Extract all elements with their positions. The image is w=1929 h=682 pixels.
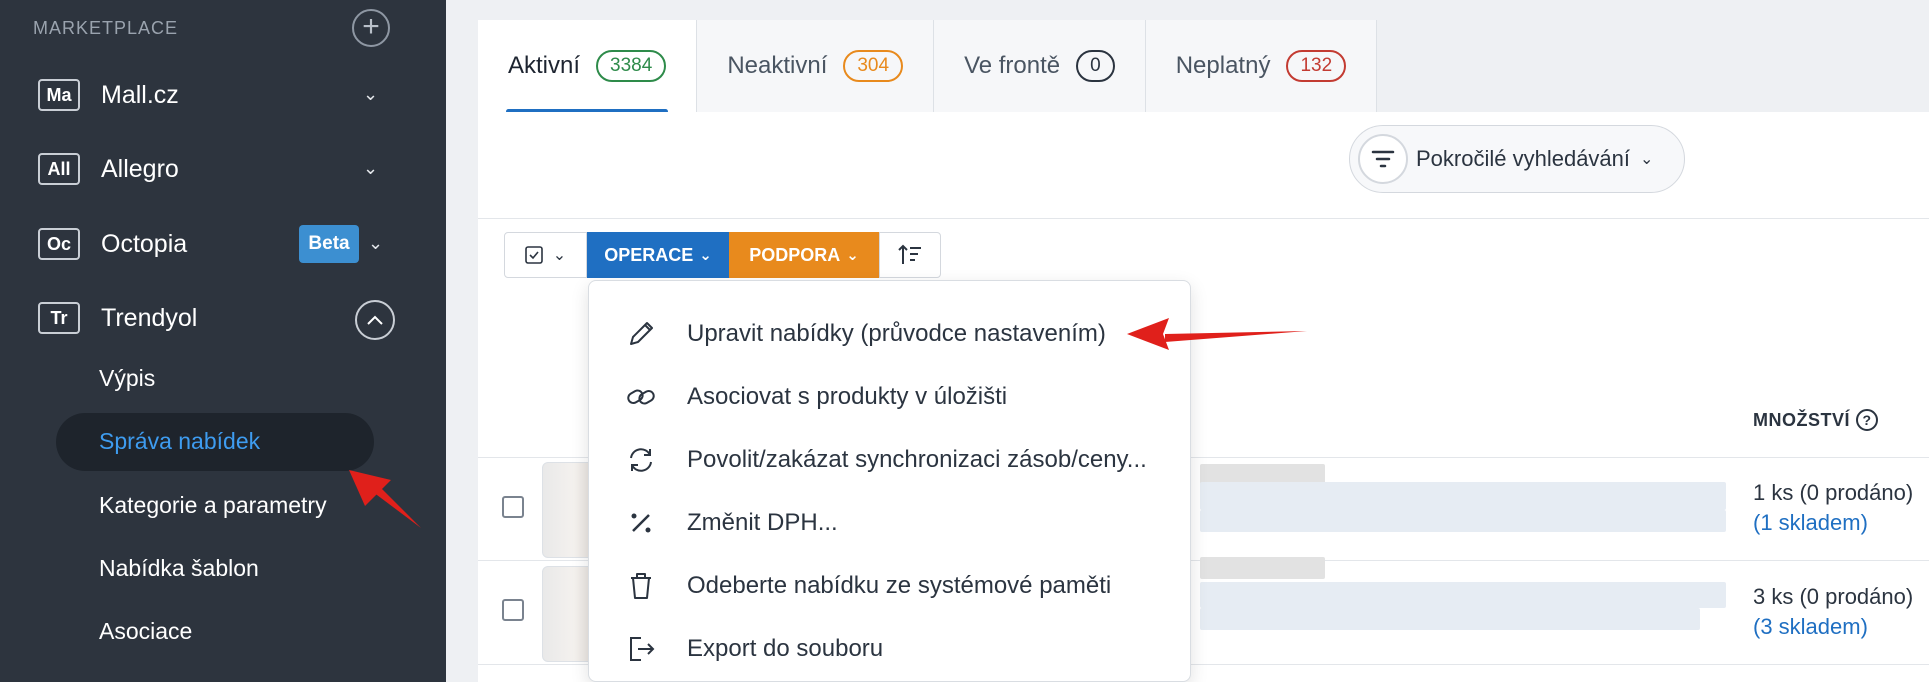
sidebar-subitem-asociace[interactable]: Asociace (99, 618, 192, 645)
operations-button[interactable]: OPERACE ⌄ (587, 232, 729, 278)
chevron-down-icon[interactable]: ⌄ (363, 84, 378, 105)
tab-label: Aktivní (508, 52, 581, 79)
advanced-search-button[interactable]: Pokročilé vyhledávání ⌄ (1349, 125, 1685, 193)
percent-icon (631, 513, 651, 533)
sidebar-item-label: Mall.cz (101, 80, 179, 109)
chevron-down-icon[interactable]: ⌄ (368, 233, 383, 254)
operations-label: OPERACE (604, 244, 694, 265)
link-icon (627, 389, 655, 405)
chevron-down-icon: ⌄ (552, 247, 567, 264)
status-tabs: Aktivní 3384 Neaktivní 304 Ve frontě 0 N… (478, 20, 1378, 114)
tab-count-badge: 0 (1076, 50, 1115, 82)
support-button[interactable]: PODPORA ⌄ (729, 232, 879, 278)
column-header-label: MNOŽSTVÍ (1753, 409, 1850, 430)
tab-neaktivni[interactable]: Neaktivní 304 (697, 20, 935, 112)
stock-link[interactable]: (3 skladem) (1753, 614, 1868, 640)
marketplace-badge: All (38, 153, 80, 185)
sort-icon (898, 244, 921, 264)
tab-count-badge: 304 (843, 50, 904, 82)
pencil-icon (630, 322, 653, 345)
chevron-down-icon: ⌄ (846, 247, 859, 264)
annotation-arrow-icon (1127, 318, 1307, 350)
marketplace-badge: Oc (38, 228, 80, 260)
export-icon (630, 637, 655, 661)
divider (478, 218, 1929, 219)
menu-item-label: Povolit/zakázat synchronizaci zásob/ceny… (687, 446, 1147, 473)
row-checkbox[interactable] (502, 496, 524, 518)
advanced-search-label: Pokročilé vyhledávání (1416, 146, 1631, 171)
marketplace-badge: Ma (38, 79, 80, 111)
annotation-arrow-icon (349, 470, 421, 528)
quantity-value: 1 ks (0 prodáno) (1753, 480, 1914, 505)
sidebar-item-label: Octopia (101, 229, 188, 258)
blurred-text (1200, 582, 1726, 608)
tab-label: Neaktivní (727, 52, 828, 79)
tab-count-badge: 132 (1286, 50, 1347, 82)
column-header-quantity: MNOŽSTVÍ ? (1753, 409, 1878, 431)
filter-icon (1358, 134, 1408, 184)
menu-item-change-vat[interactable]: Změnit DPH... (625, 503, 838, 543)
blurred-text (1200, 482, 1726, 510)
tab-label: Neplatný (1175, 52, 1271, 79)
bulk-select-dropdown[interactable]: ⌄ (504, 232, 587, 278)
tab-label: Ve frontě (964, 52, 1061, 79)
menu-item-label: Upravit nabídky (průvodce nastavením) (687, 320, 1106, 347)
quantity-value: 3 ks (0 prodáno) (1753, 584, 1914, 609)
sidebar-subitem-sprava-nabidek[interactable]: Správa nabídek (99, 428, 260, 455)
blurred-text (1200, 557, 1325, 579)
tab-neplatny[interactable]: Neplatný 132 (1145, 20, 1378, 112)
sync-icon (630, 448, 652, 472)
blurred-text (1200, 608, 1700, 630)
sidebar-item-trendyol[interactable]: Tr Trendyol (38, 298, 197, 338)
blurred-text (1200, 510, 1726, 532)
sidebar-subitem-sablon[interactable]: Nabídka šablon (99, 555, 259, 582)
row-checkbox[interactable] (502, 599, 524, 621)
menu-item-export[interactable]: Export do souboru (625, 629, 883, 669)
help-icon[interactable]: ? (1856, 409, 1878, 431)
tab-ve-fronte[interactable]: Ve frontě 0 (934, 20, 1146, 112)
menu-item-edit-offers[interactable]: Upravit nabídky (průvodce nastavením) (625, 314, 1106, 354)
sidebar-item-allegro[interactable]: All Allegro (38, 149, 179, 189)
menu-item-associate-products[interactable]: Asociovat s produkty v úložišti (625, 377, 1007, 417)
add-marketplace-button[interactable]: + (352, 9, 390, 47)
sidebar-subitem-vypis[interactable]: Výpis (99, 365, 155, 392)
menu-item-label: Asociovat s produkty v úložišti (687, 383, 1008, 410)
sidebar-item-octopia[interactable]: Oc Octopia (38, 224, 187, 264)
menu-item-toggle-sync[interactable]: Povolit/zakázat synchronizaci zásob/ceny… (625, 440, 1147, 480)
menu-item-label: Odeberte nabídku ze systémové paměti (687, 572, 1112, 599)
checkbox-icon (524, 246, 543, 264)
chevron-down-icon: ⌄ (699, 247, 712, 264)
tab-aktivni[interactable]: Aktivní 3384 (478, 20, 698, 114)
sidebar: MARKETPLACE + Ma Mall.cz ⌄ All Allegro ⌄… (0, 0, 446, 682)
sidebar-item-mall[interactable]: Ma Mall.cz (38, 75, 179, 115)
stock-link[interactable]: (1 skladem) (1753, 510, 1868, 536)
sidebar-item-label: Allegro (101, 154, 179, 183)
chevron-down-icon: ⌄ (1640, 151, 1654, 168)
tab-count-badge: 3384 (596, 50, 667, 82)
marketplace-badge: Tr (38, 302, 80, 334)
menu-item-label: Export do souboru (687, 635, 884, 662)
chevron-down-icon[interactable]: ⌄ (363, 158, 378, 179)
beta-badge: Beta (299, 225, 359, 263)
menu-item-label: Změnit DPH... (687, 509, 838, 536)
chevron-up-icon[interactable] (355, 300, 395, 340)
sidebar-section-title: MARKETPLACE (33, 18, 179, 38)
sidebar-item-label: Trendyol (101, 303, 198, 332)
sort-button[interactable] (879, 232, 941, 278)
sidebar-subitem-kategorie[interactable]: Kategorie a parametry (99, 492, 327, 519)
menu-item-remove-offer[interactable]: Odeberte nabídku ze systémové paměti (625, 566, 1111, 606)
support-label: PODPORA (749, 244, 841, 265)
operations-menu: Upravit nabídky (průvodce nastavením) As… (588, 280, 1191, 682)
trash-icon (631, 573, 651, 599)
